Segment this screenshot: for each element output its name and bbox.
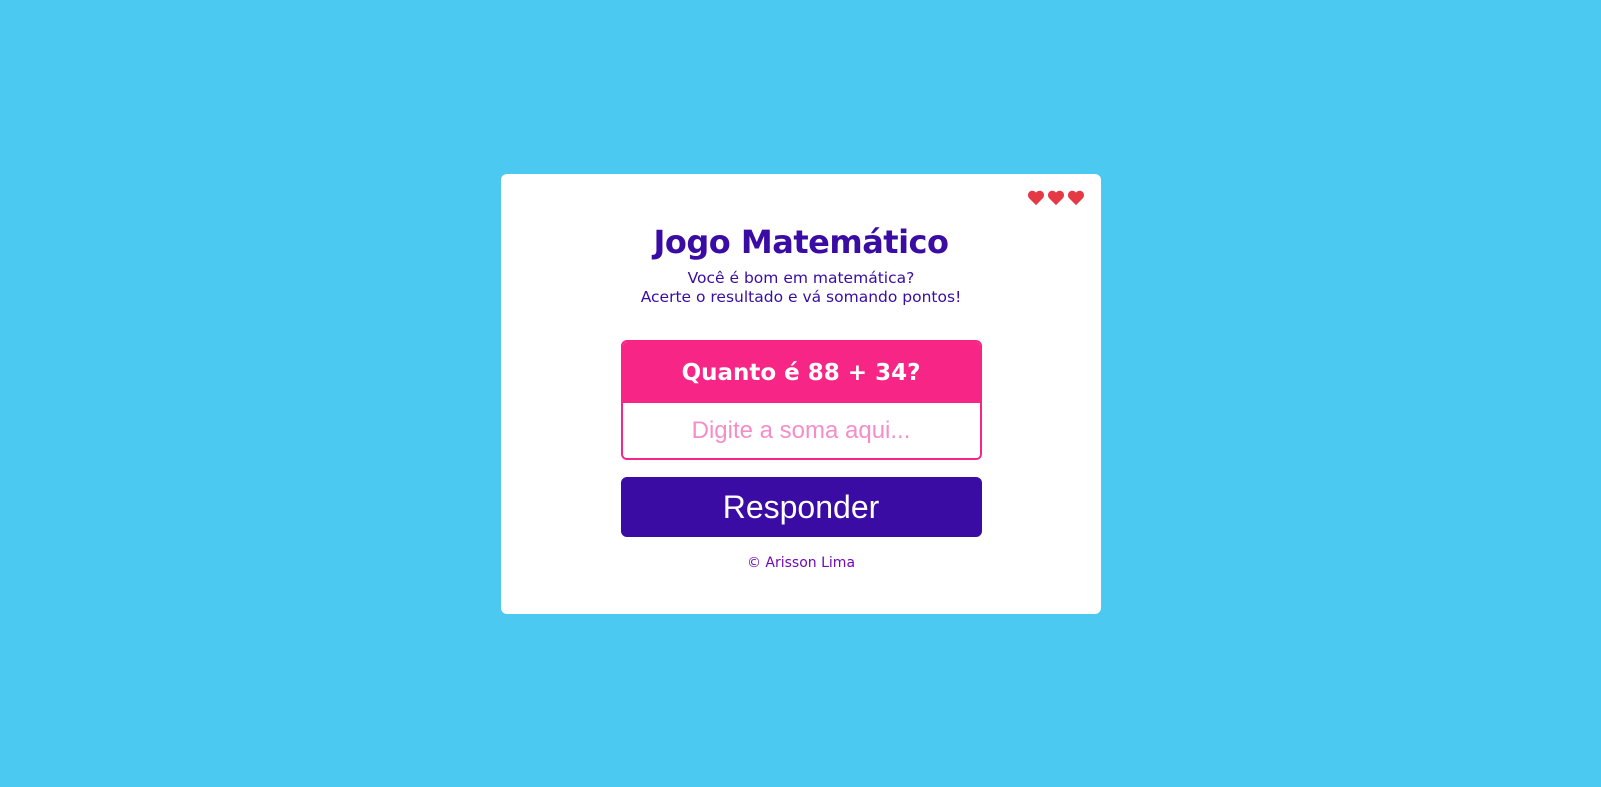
question-box: Quanto é 88 + 34? — [620, 340, 982, 460]
subtitle-line: Você é bom em matemática? — [687, 269, 915, 287]
game-title: Jogo Matemático — [653, 223, 949, 261]
lives-indicator — [1027, 189, 1085, 207]
question-label: Quanto é 88 + 34? — [622, 342, 980, 403]
submit-button[interactable]: Responder — [620, 477, 982, 537]
subtitle-line: Acerte o resultado e vá somando pontos! — [640, 288, 962, 306]
footer-credit: © Arisson Lima — [746, 555, 856, 571]
game-card: Jogo Matemático Você é bom em matemática… — [501, 174, 1101, 614]
answer-input[interactable] — [622, 403, 980, 458]
heart-icon — [1027, 190, 1045, 206]
heart-icon — [1047, 190, 1065, 206]
game-subtitle: Você é bom em matemática? Acerte o resul… — [641, 269, 962, 307]
heart-icon — [1067, 190, 1085, 206]
